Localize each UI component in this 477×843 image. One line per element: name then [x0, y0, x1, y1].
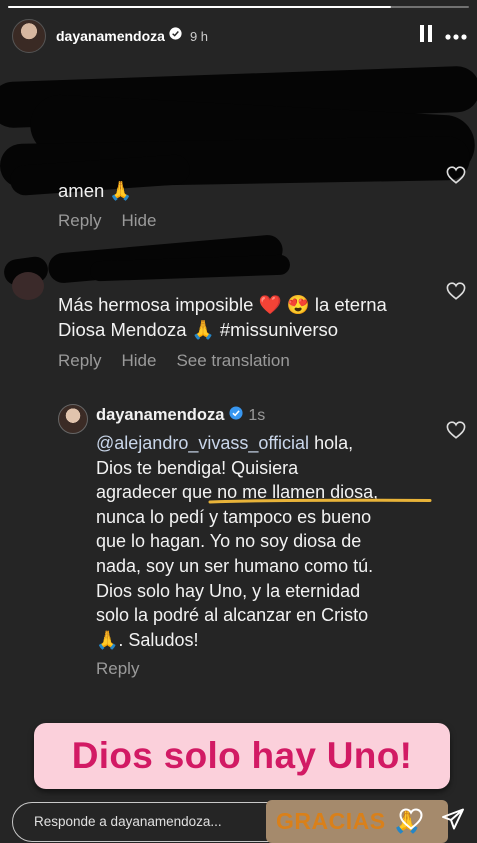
- story-header: dayanamendoza 9 h: [12, 18, 467, 54]
- reply-button[interactable]: Reply: [96, 659, 139, 679]
- bottom-actions: [399, 808, 465, 835]
- reply-username[interactable]: dayanamendoza: [96, 406, 224, 425]
- reply-time: 1s: [248, 406, 266, 424]
- reply-line: que lo hagan. Yo no soy diosa de: [96, 531, 362, 552]
- like-heart-icon[interactable]: [446, 166, 466, 189]
- send-icon[interactable]: [441, 808, 465, 835]
- reply-line-text: hola,: [309, 433, 354, 453]
- comment-text: Más hermosa imposible ❤️ 😍 la eterna Dio…: [58, 292, 387, 342]
- more-options-icon[interactable]: [445, 27, 467, 45]
- see-translation-button[interactable]: See translation: [176, 351, 289, 371]
- comment-actions: Reply Hide: [58, 211, 156, 231]
- hide-button[interactable]: Hide: [121, 351, 156, 371]
- commenter-avatar[interactable]: [12, 272, 44, 300]
- reply-line: 🙏. Saludos!: [96, 629, 199, 650]
- reply-author: dayanamendoza 1s: [96, 406, 265, 425]
- like-heart-icon[interactable]: [399, 808, 423, 835]
- reply-line: Dios te bendiga! Quisiera: [96, 457, 299, 478]
- hide-button[interactable]: Hide: [121, 211, 156, 231]
- verified-badge-icon: [229, 406, 243, 425]
- story-progress-fill: [8, 6, 391, 8]
- comment-line: Más hermosa imposible ❤️ 😍 la eterna: [58, 294, 387, 315]
- reply-line: nunca lo pedí y tampoco es bueno: [96, 506, 372, 527]
- comment-actions: Reply Hide See translation: [58, 351, 290, 371]
- reply-text: @alejandro_vivass_official hola, Dios te…: [96, 431, 378, 652]
- like-heart-icon[interactable]: [446, 421, 466, 444]
- story-progress-bar: [8, 6, 469, 8]
- message-placeholder: Responde a dayanamendoza...: [34, 814, 222, 829]
- sticker-text: Dios solo hay Uno!: [71, 735, 413, 776]
- verified-badge-icon: [169, 27, 182, 45]
- mention-link[interactable]: @alejandro_vivass_official: [96, 433, 309, 453]
- reply-line: @alejandro_vivass_official hola,: [96, 431, 378, 456]
- story-time: 9 h: [189, 28, 209, 44]
- pause-icon[interactable]: [419, 25, 433, 47]
- text-sticker: Dios solo hay Uno!: [34, 723, 450, 789]
- comment-line: Diosa Mendoza 🙏 #missuniverso: [58, 319, 339, 340]
- reply-button[interactable]: Reply: [58, 211, 101, 231]
- reply-line: solo la podré al alcanzar en Cristo: [96, 605, 369, 626]
- reply-line: Dios solo hay Uno, y la eternidad: [96, 580, 361, 601]
- reply-actions: Reply: [96, 659, 139, 679]
- story-viewer: dayanamendoza 9 h amen 🙏 Reply Hide Más …: [0, 0, 477, 843]
- story-username[interactable]: dayanamendoza: [56, 28, 165, 44]
- reply-avatar[interactable]: [58, 404, 88, 434]
- reply-button[interactable]: Reply: [58, 351, 101, 371]
- highlight-underline: [208, 498, 432, 504]
- comment-text: amen 🙏: [58, 180, 133, 201]
- reply-line: nada, soy un ser humano como tú.: [96, 555, 374, 576]
- like-heart-icon[interactable]: [446, 282, 466, 305]
- avatar[interactable]: [12, 19, 46, 53]
